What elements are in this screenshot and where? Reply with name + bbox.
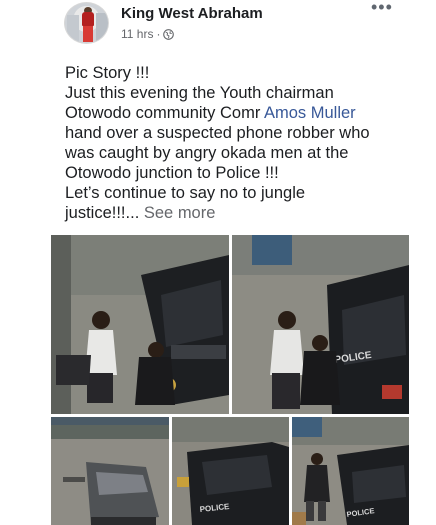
photo-4-image: POLICE <box>172 417 289 525</box>
post-text: Pic Story !!! Just this evening the Yout… <box>65 63 405 223</box>
see-more-link[interactable]: See more <box>144 204 216 222</box>
post-text-line: justice!!!... See more <box>65 203 405 223</box>
facebook-post: King West Abraham 11 hrs · ••• Pic Story… <box>0 0 436 525</box>
photo-3[interactable] <box>51 417 169 525</box>
photo-1[interactable] <box>51 235 229 414</box>
post-text-line: Just this evening the Youth chairman <box>65 84 334 102</box>
avatar-background <box>96 13 108 43</box>
photo-2[interactable]: POLICE <box>232 235 409 414</box>
photo-3-image <box>51 417 169 525</box>
globe-icon[interactable] <box>163 28 175 40</box>
avatar-figure-body <box>82 12 94 26</box>
meta-separator: · <box>156 27 161 41</box>
post-text-fragment: Otowodo community Comr <box>65 104 264 122</box>
author-name[interactable]: King West Abraham <box>121 5 263 22</box>
mention-link[interactable]: Amos Muller <box>264 104 356 122</box>
photo-5[interactable]: POLICE <box>292 417 409 525</box>
post-text-line: Pic Story !!! <box>65 64 150 82</box>
more-options-icon[interactable]: ••• <box>371 0 393 16</box>
post-text-line: hand over a suspected phone robber who <box>65 124 370 142</box>
photo-5-image: POLICE <box>292 417 409 525</box>
avatar-background <box>67 15 79 43</box>
post-text-line: Otowodo junction to Police !!! <box>65 164 279 182</box>
author-avatar[interactable] <box>64 2 109 44</box>
post-meta: 11 hrs · <box>121 27 175 41</box>
photo-1-image <box>51 235 229 414</box>
post-text-line: Let’s continue to say no to jungle <box>65 184 306 202</box>
photo-4[interactable]: POLICE <box>172 417 289 525</box>
photo-2-image: POLICE <box>232 235 409 414</box>
post-timestamp[interactable]: 11 hrs <box>121 27 153 41</box>
post-text-line: Otowodo community Comr Amos Muller <box>65 103 405 123</box>
post-text-line: was caught by angry okada men at the <box>65 144 349 162</box>
avatar-figure-legs <box>83 26 93 42</box>
post-text-fragment: justice!!!... <box>65 204 140 222</box>
photo-grid: POLICE POLICE POLICE <box>51 235 409 525</box>
